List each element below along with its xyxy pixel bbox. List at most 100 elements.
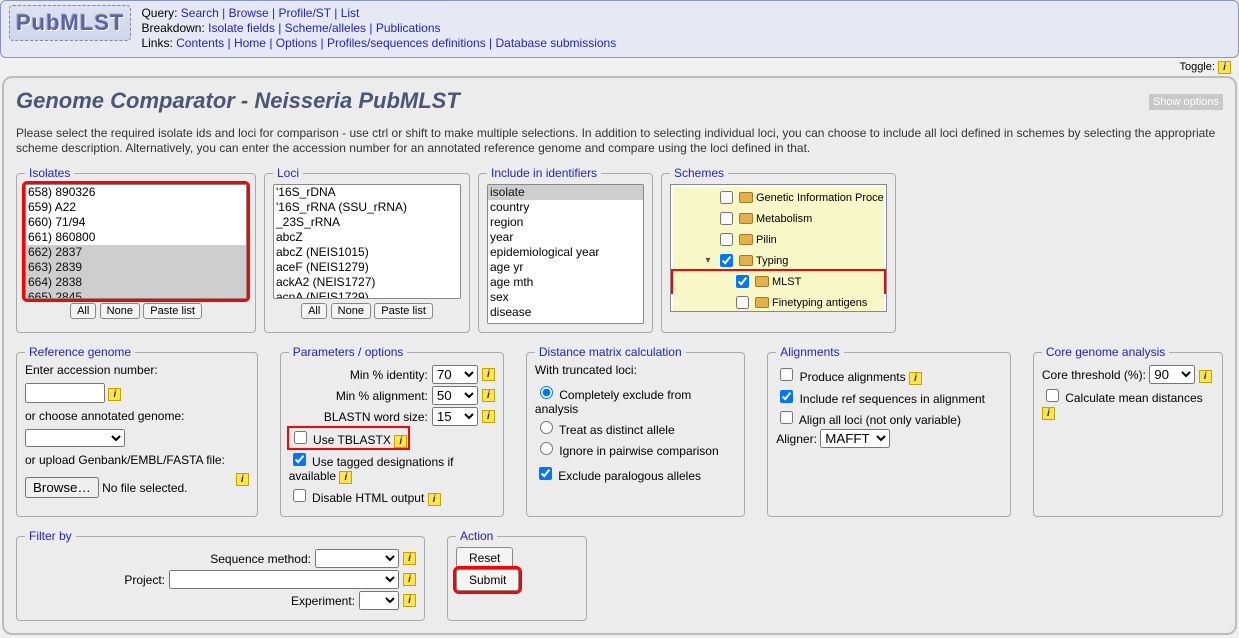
accession-info-icon[interactable]: i — [108, 388, 121, 401]
schemes-tree[interactable]: Genetic Information ProceMetabolismPilin… — [670, 184, 887, 312]
link-profiles-sequences-definitions[interactable]: Profiles/sequences definitions — [327, 36, 486, 50]
query-link-list[interactable]: List — [341, 6, 360, 20]
query-link-search[interactable]: Search — [181, 6, 219, 20]
identifiers-listbox[interactable]: isolatecountryregionyearepidemiological … — [487, 184, 644, 324]
align-all-checkbox[interactable] — [780, 411, 793, 424]
breakdown-link-isolate-fields[interactable]: Isolate fields — [208, 21, 275, 35]
isolate-option[interactable]: 664) 2838 — [26, 275, 246, 290]
breakdown-link-scheme-alleles[interactable]: Scheme/alleles — [285, 21, 366, 35]
use-tblastx-checkbox[interactable] — [294, 431, 307, 444]
isolate-option[interactable]: 661) 860800 — [26, 230, 246, 245]
link-home[interactable]: Home — [234, 36, 266, 50]
isolate-option[interactable]: 665) 2845 — [26, 290, 246, 299]
identifier-option[interactable]: source — [488, 320, 643, 324]
identifier-option[interactable]: region — [488, 215, 643, 230]
seq-method-select[interactable] — [315, 549, 399, 568]
scheme-node-finetyping-antigens[interactable]: Finetyping antigens — [673, 292, 884, 312]
show-options-button[interactable]: Show options — [1149, 94, 1223, 110]
min-identity-select[interactable]: 70 — [432, 365, 478, 384]
scheme-node-typing[interactable]: ▾Typing — [673, 250, 884, 271]
include-ref-checkbox[interactable] — [780, 390, 793, 403]
accession-input[interactable] — [25, 383, 105, 403]
locus-option[interactable]: acnA (NEIS1729) — [274, 290, 460, 299]
project-info-icon[interactable]: i — [403, 573, 416, 586]
isolate-option[interactable]: 659) A22 — [26, 200, 246, 215]
locus-option[interactable]: abcZ (NEIS1015) — [274, 245, 460, 260]
use-tagged-checkbox[interactable] — [293, 453, 306, 466]
loci-listbox[interactable]: '16S_rDNA'16S_rRNA (SSU_rRNA)_23S_rRNAab… — [273, 184, 461, 299]
loci-all-button[interactable]: All — [301, 303, 327, 319]
scheme-checkbox[interactable] — [720, 254, 733, 267]
locus-option[interactable]: '16S_rDNA — [274, 185, 460, 200]
upload-info-icon[interactable]: i — [236, 473, 249, 486]
isolate-option[interactable]: 663) 2839 — [26, 260, 246, 275]
use-tagged-info-icon[interactable]: i — [339, 471, 352, 484]
isolates-listbox[interactable]: 658) 890326659) A22660) 71/94661) 860800… — [25, 184, 247, 299]
submit-button[interactable]: Submit — [456, 569, 519, 591]
scheme-node-genetic-information-proce[interactable]: Genetic Information Proce — [673, 187, 884, 208]
locus-option[interactable]: aceF (NEIS1279) — [274, 260, 460, 275]
calc-mean-info-icon[interactable]: i — [1042, 407, 1055, 420]
scheme-checkbox[interactable] — [720, 233, 733, 246]
min-alignment-select[interactable]: 50 — [432, 386, 478, 405]
loci-none-button[interactable]: None — [331, 303, 371, 319]
locus-option[interactable]: ackA2 (NEIS1727) — [274, 275, 460, 290]
identifier-option[interactable]: age mth — [488, 275, 643, 290]
core-threshold-select[interactable]: 90 — [1149, 365, 1195, 384]
produce-alignments-checkbox[interactable] — [780, 368, 793, 381]
identifier-option[interactable]: sex — [488, 290, 643, 305]
isolates-all-button[interactable]: All — [70, 303, 96, 319]
disable-html-checkbox[interactable] — [293, 489, 306, 502]
calc-mean-checkbox[interactable] — [1046, 389, 1059, 402]
scheme-checkbox[interactable] — [736, 275, 749, 288]
isolate-option[interactable]: 662) 2837 — [26, 245, 246, 260]
identifier-option[interactable]: age yr — [488, 260, 643, 275]
tblastx-info-icon[interactable]: i — [394, 435, 407, 448]
min-identity-info-icon[interactable]: i — [482, 368, 495, 381]
truncated-ignore-radio[interactable] — [540, 442, 553, 455]
identifier-option[interactable]: epidemiological year — [488, 245, 643, 260]
scheme-node-metabolism[interactable]: Metabolism — [673, 208, 884, 229]
scheme-node-mlst[interactable]: MLST — [673, 271, 884, 292]
identifier-option[interactable]: year — [488, 230, 643, 245]
experiment-select[interactable] — [359, 591, 399, 610]
isolates-paste-button[interactable]: Paste list — [143, 303, 202, 319]
scheme-checkbox[interactable] — [736, 296, 749, 309]
identifier-option[interactable]: isolate — [488, 185, 643, 200]
aligner-select[interactable]: MAFFT — [820, 429, 890, 448]
identifier-option[interactable]: country — [488, 200, 643, 215]
isolate-option[interactable]: 658) 890326 — [26, 185, 246, 200]
breakdown-link-publications[interactable]: Publications — [376, 21, 441, 35]
disable-html-info-icon[interactable]: i — [428, 493, 441, 506]
isolate-option[interactable]: 660) 71/94 — [26, 215, 246, 230]
identifier-option[interactable]: disease — [488, 305, 643, 320]
query-link-profile-st[interactable]: Profile/ST — [278, 6, 330, 20]
locus-option[interactable]: abcZ — [274, 230, 460, 245]
blastn-info-icon[interactable]: i — [482, 410, 495, 423]
blastn-select[interactable]: 15 — [432, 407, 478, 426]
experiment-info-icon[interactable]: i — [403, 594, 416, 607]
scheme-checkbox[interactable] — [720, 212, 733, 225]
link-contents[interactable]: Contents — [176, 36, 224, 50]
truncated-exclude-radio[interactable] — [540, 386, 553, 399]
core-threshold-info-icon[interactable]: i — [1199, 370, 1212, 383]
project-select[interactable] — [169, 570, 399, 589]
reset-button[interactable]: Reset — [456, 547, 513, 569]
browse-button[interactable]: Browse… — [25, 477, 99, 498]
produce-alignments-info-icon[interactable]: i — [909, 372, 922, 385]
isolates-none-button[interactable]: None — [100, 303, 140, 319]
locus-option[interactable]: _23S_rRNA — [274, 215, 460, 230]
toggle-info-icon[interactable]: i — [1218, 61, 1231, 74]
truncated-distinct-radio[interactable] — [540, 421, 553, 434]
link-options[interactable]: Options — [276, 36, 317, 50]
exclude-paralogous-checkbox[interactable] — [539, 467, 552, 480]
link-database-submissions[interactable]: Database submissions — [496, 36, 617, 50]
query-link-browse[interactable]: Browse — [229, 6, 269, 20]
locus-option[interactable]: '16S_rRNA (SSU_rRNA) — [274, 200, 460, 215]
annotated-genome-select[interactable] — [25, 429, 125, 447]
loci-paste-button[interactable]: Paste list — [374, 303, 433, 319]
scheme-node-pilin[interactable]: Pilin — [673, 229, 884, 250]
scheme-checkbox[interactable] — [720, 191, 733, 204]
seq-method-info-icon[interactable]: i — [403, 552, 416, 565]
min-alignment-info-icon[interactable]: i — [482, 389, 495, 402]
